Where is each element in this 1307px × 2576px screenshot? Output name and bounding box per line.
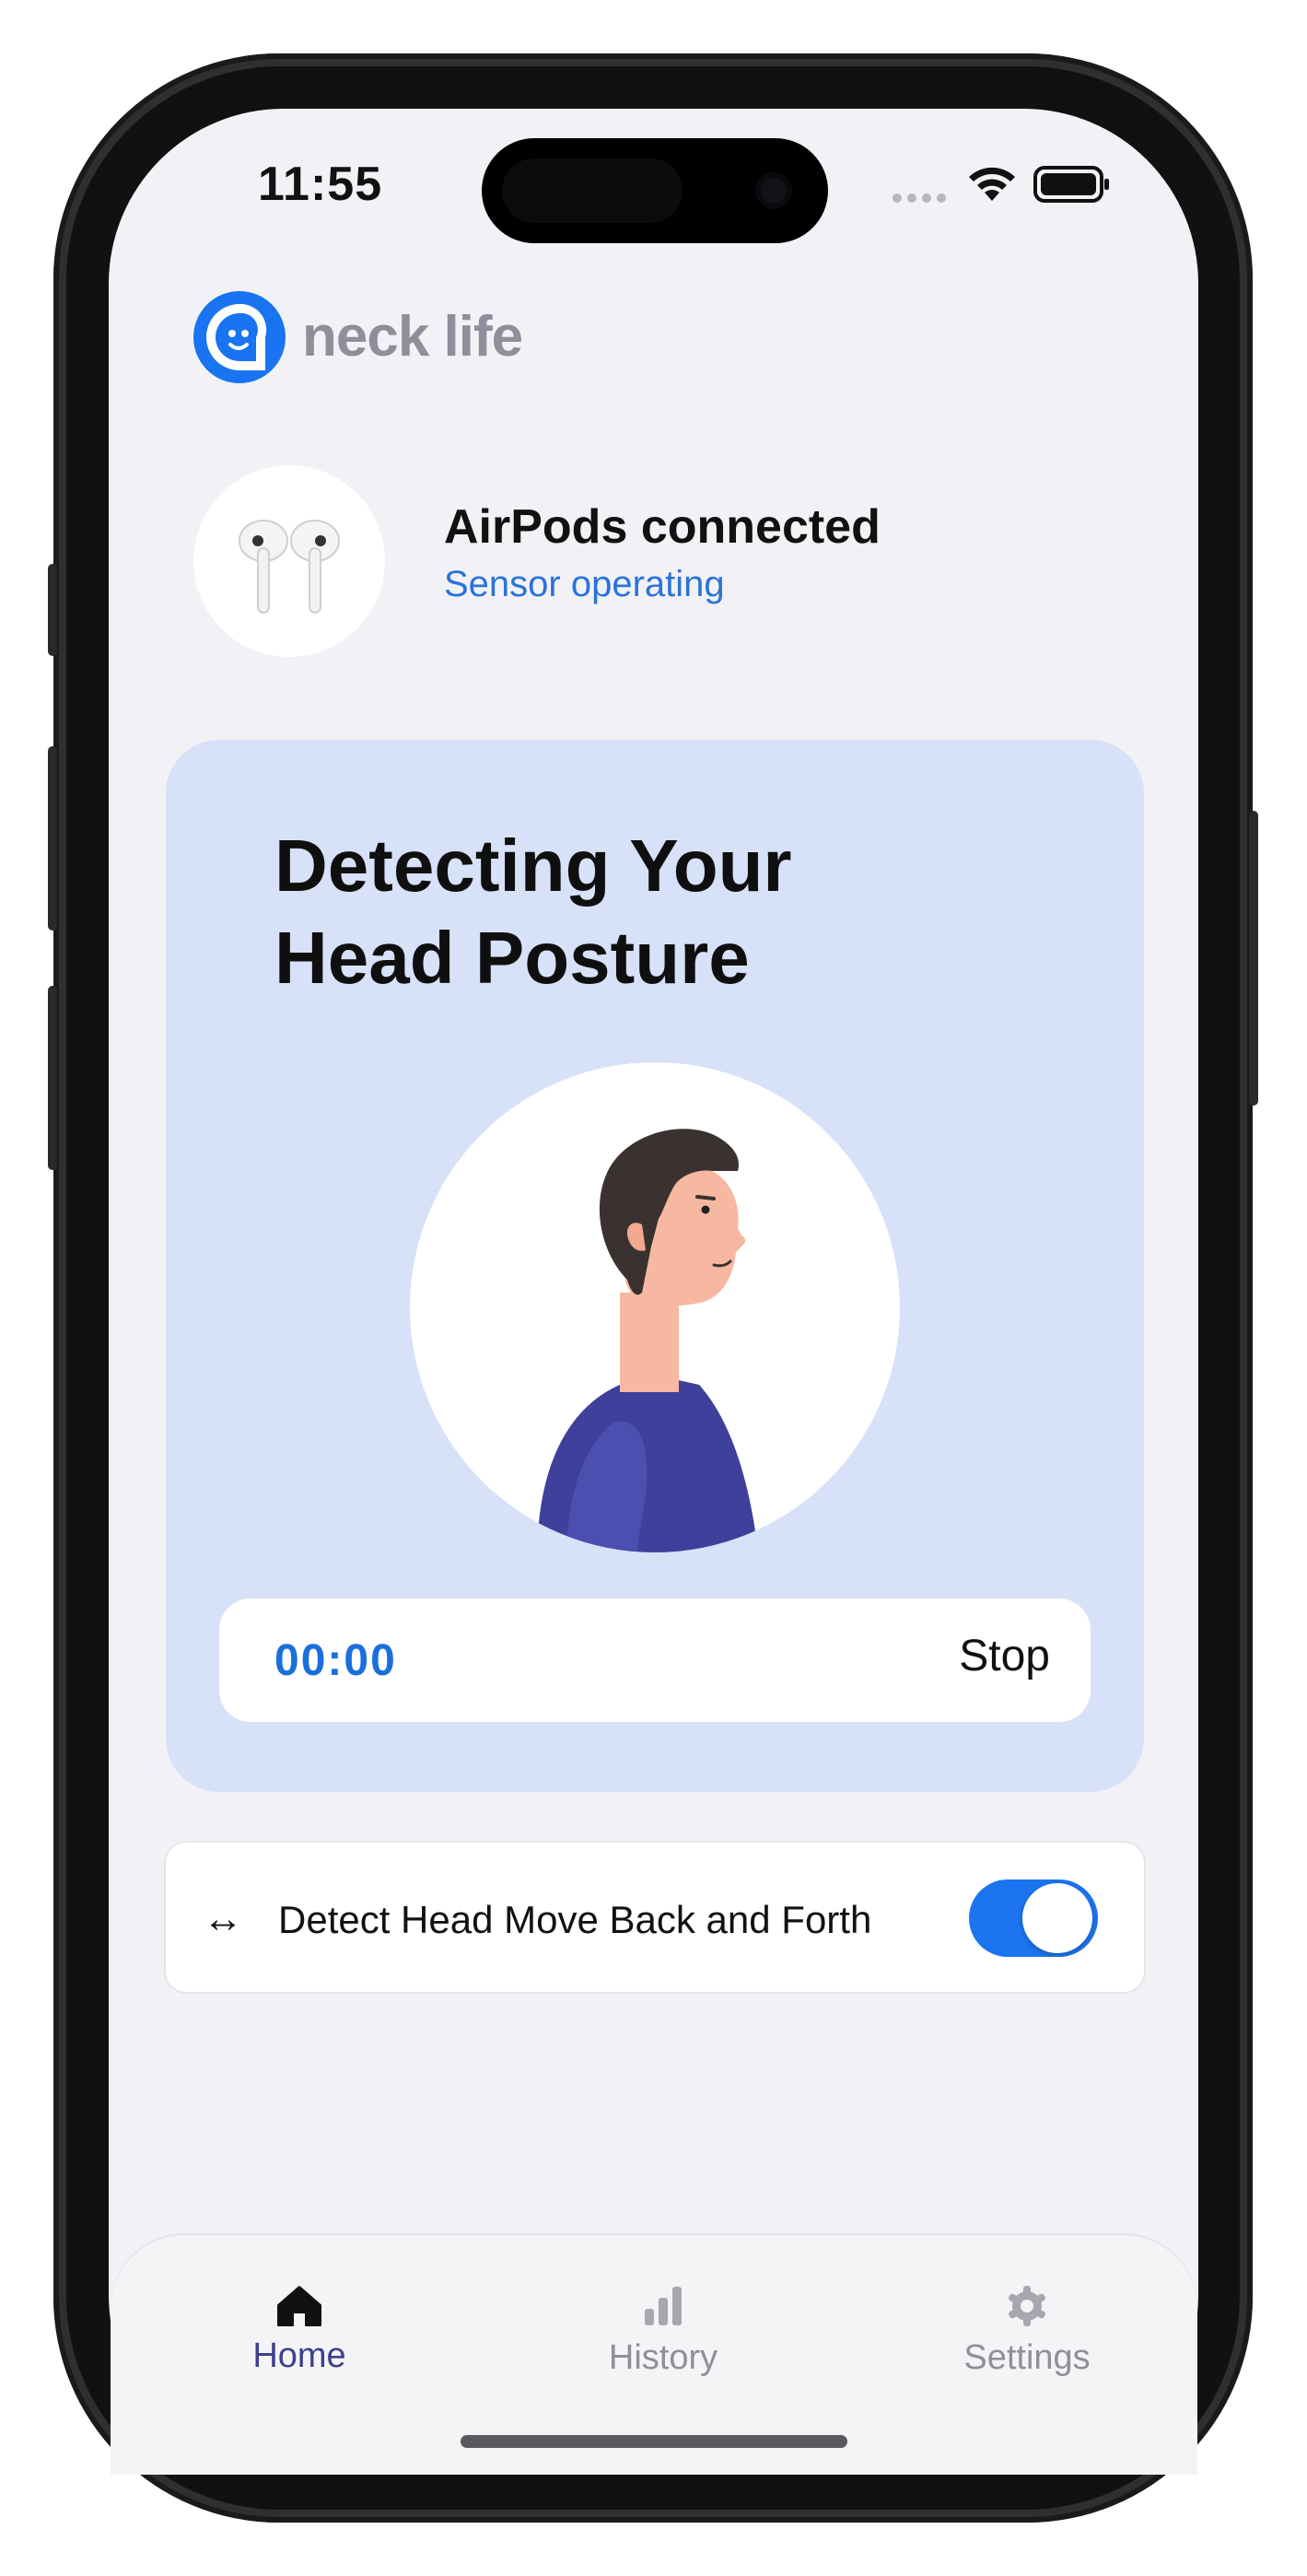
head-posture-avatar	[410, 1062, 900, 1552]
app-logo-text: neck life	[302, 305, 523, 369]
home-indicator	[461, 2435, 847, 2448]
cellular-signal-icon	[892, 192, 949, 203]
battery-icon	[1033, 164, 1111, 205]
detect-head-move-label: Detect Head Move Back and Forth	[278, 1898, 872, 1941]
app-logo-icon	[193, 291, 286, 383]
tab-settings-label: Settings	[963, 2338, 1091, 2377]
volume-up-button	[48, 746, 57, 931]
power-button	[1249, 811, 1258, 1106]
home-icon	[276, 2285, 322, 2327]
timer-display: 00:00	[274, 1636, 397, 1685]
bar-chart-icon	[643, 2285, 683, 2327]
gear-icon	[1006, 2285, 1048, 2327]
status-time: 11:55	[258, 158, 383, 211]
toggle-knob	[1022, 1883, 1092, 1953]
tab-home-label: Home	[252, 2336, 346, 2375]
dynamic-island-sensor	[502, 158, 683, 223]
wifi-icon	[967, 166, 1017, 203]
airpods-image	[193, 465, 385, 657]
tab-settings[interactable]: Settings	[930, 2285, 1124, 2386]
tab-history[interactable]: History	[566, 2285, 760, 2386]
stop-button[interactable]: Stop	[921, 1631, 1050, 1686]
connection-title: AirPods connected	[444, 500, 881, 554]
connection-status: Sensor operating	[444, 564, 725, 604]
front-camera	[755, 172, 792, 209]
detection-heading: Detecting Your Head Posture	[274, 825, 792, 999]
volume-down-button	[48, 986, 57, 1170]
tab-home[interactable]: Home	[203, 2285, 396, 2386]
left-right-arrows-icon: ↔	[203, 1896, 243, 1941]
tab-history-label: History	[608, 2338, 718, 2377]
action-button	[48, 564, 57, 656]
